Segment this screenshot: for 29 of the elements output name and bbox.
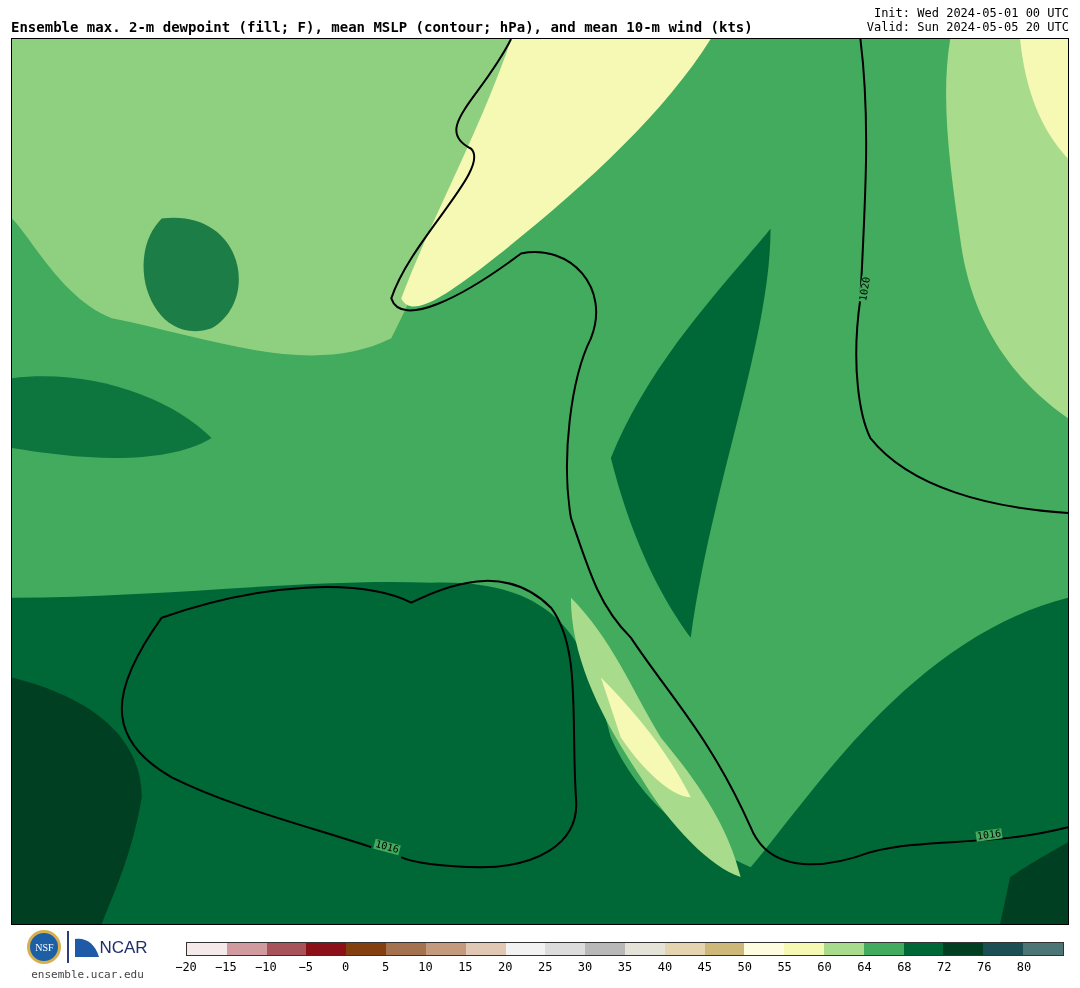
nsf-logo: NSF	[27, 930, 62, 964]
chart-title: Ensemble max. 2-m dewpoint (fill; F), mean MSLP (contour; hPa), and mean 10-m wind (kts)	[11, 20, 753, 34]
valid-time: Valid: Sun 2024-05-05 20 UTC	[866, 20, 1069, 34]
tick-label: −5	[298, 961, 313, 973]
tick-label: 35	[617, 961, 633, 973]
tick-label: 64	[857, 961, 872, 973]
tick-label: 10	[418, 961, 433, 973]
tick-label: 55	[777, 961, 792, 973]
tick-label: 60	[817, 961, 832, 973]
tick-label: 40	[657, 961, 673, 973]
tick-label: 0	[342, 961, 350, 973]
tick-label: 15	[458, 961, 473, 973]
tick-label: 50	[737, 961, 752, 973]
tick-label: −20	[175, 961, 197, 973]
tick-label: 72	[937, 961, 952, 973]
tick-label: 80	[1016, 961, 1032, 973]
tick-label: 68	[897, 961, 912, 973]
tick-label: 45	[697, 961, 713, 973]
tick-label: 25	[537, 961, 553, 973]
tick-label: −10	[254, 961, 277, 973]
tick-label: 5	[381, 961, 390, 973]
ncar-emblem-icon	[75, 937, 100, 957]
tick-label: 30	[577, 961, 593, 973]
tick-label: 20	[498, 961, 513, 973]
init-time: Init: Wed 2024-05-01 00 UTC	[873, 6, 1069, 20]
website-url: ensemble.ucar.edu	[31, 967, 144, 983]
tick-label: 76	[976, 961, 992, 973]
tick-label: −15	[215, 961, 237, 973]
ncar-logo: NCAR	[99, 938, 148, 956]
